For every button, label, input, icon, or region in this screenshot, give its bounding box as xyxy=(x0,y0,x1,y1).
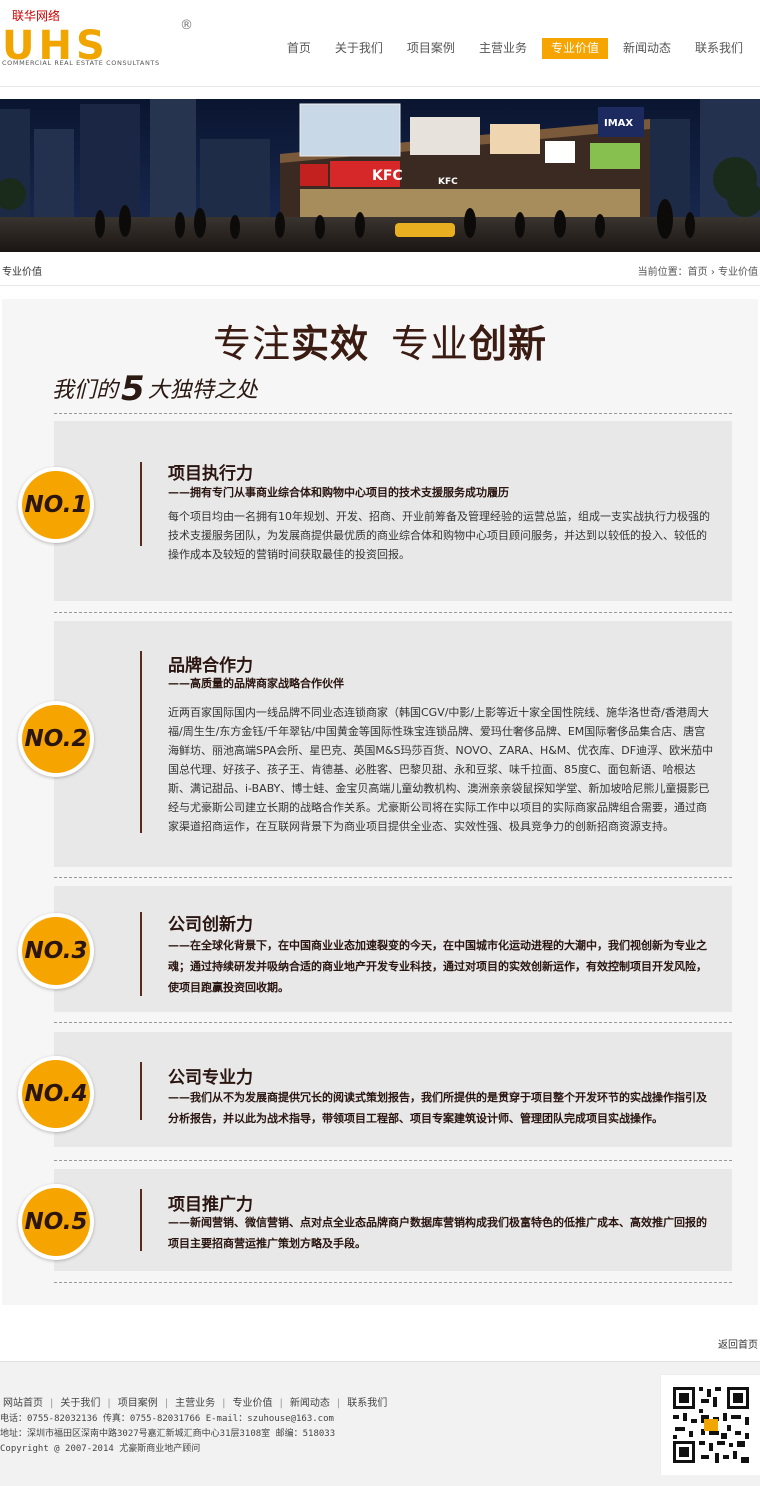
slogan-part: 专注 xyxy=(212,322,291,366)
advantage-card-3: 公司创新力 ——在全球化背景下，在中国商业业态加速裂变的今天，在中国城市化运动进… xyxy=(54,886,732,1012)
advantage-card-2: 品牌合作力 ——高质量的品牌商家战略合作伙伴 近两百家国际国内一线品牌不同业态连… xyxy=(54,621,732,867)
slogan: 专注实效 专业创新 xyxy=(2,313,758,368)
banner-imax-sign: IMAX xyxy=(604,118,633,129)
breadcrumb-home[interactable]: 首页 xyxy=(688,267,708,278)
footer-link-cases[interactable]: 项目案例 xyxy=(118,1398,158,1409)
advantage-body: 每个项目均由一名拥有10年规划、开发、招商、开业前筹备及管理经验的运营总监，组成… xyxy=(168,510,710,561)
number-badge-3: NO.3 xyxy=(18,913,94,989)
slogan-emphasis: 实效 xyxy=(290,322,369,366)
company-logo[interactable]: UHS ® COMMERCIAL REAL ESTATE CONSULTANTS xyxy=(2,18,193,74)
qr-code-image xyxy=(660,1374,760,1475)
advantage-subtitle: ——拥有专门从事商业综合体和购物中心项目的技术支援服务成功履历 xyxy=(168,486,509,499)
advantage-body: ——在全球化背景下，在中国商业业态加速裂变的今天，在中国城市化运动进程的大潮中，… xyxy=(168,939,707,994)
footer-links: 网站首页 | 关于我们 | 项目案例 | 主营业务 | 专业价值 | 新闻动态 | 联系我们 xyxy=(3,1394,387,1409)
footer: 网站首页 | 关于我们 | 项目案例 | 主营业务 | 专业价值 | 新闻动态 | 联系我们 电话：07… xyxy=(0,1362,760,1486)
accent-bar xyxy=(140,1062,142,1120)
footer-link-home[interactable]: 网站首页 xyxy=(3,1398,43,1409)
badge-label: NO.3 xyxy=(22,917,90,985)
slogan-part: 专业 xyxy=(391,322,470,366)
footer-link-news[interactable]: 新闻动态 xyxy=(290,1398,330,1409)
accent-bar xyxy=(140,1189,142,1251)
breadcrumb-bar: 专业价值 当前位置：首页 › 专业价值 xyxy=(0,252,760,286)
chevron-right-icon: › xyxy=(710,267,715,278)
advantage-title: 品牌合作力 xyxy=(168,656,253,676)
hero-banner: KFC KFC IMAX xyxy=(0,99,760,252)
header-divider xyxy=(0,86,760,87)
breadcrumb-prefix: 当前位置： xyxy=(637,267,688,278)
advantage-subtitle: ——高质量的品牌商家战略合作伙伴 xyxy=(168,677,344,690)
footer-link-about[interactable]: 关于我们 xyxy=(60,1398,100,1409)
advantage-title: 公司专业力 xyxy=(168,1068,253,1088)
nav-value[interactable]: 专业价值 xyxy=(541,38,608,59)
dashed-divider xyxy=(54,877,732,878)
advantage-title: 项目执行力 xyxy=(168,464,253,484)
footer-separator: | xyxy=(164,1398,169,1409)
registered-mark: ® xyxy=(180,18,193,33)
advantage-card-4: 公司专业力 ——我们从不为发展商提供冗长的阅读式策划报告，我们所提供的是贯穿于项… xyxy=(54,1032,732,1147)
footer-separator: | xyxy=(279,1398,283,1409)
number-badge-1: NO.1 xyxy=(18,467,94,543)
number-badge-2: NO.2 xyxy=(18,701,94,777)
nav-home[interactable]: 首页 xyxy=(278,38,320,59)
nav-business[interactable]: 主营业务 xyxy=(470,38,536,59)
footer-link-contact[interactable]: 联系我们 xyxy=(347,1398,387,1409)
advantage-body: ——我们从不为发展商提供冗长的阅读式策划报告，我们所提供的是贯穿于项目整个开发环… xyxy=(168,1091,707,1125)
advantage-card-5: 项目推广力 ——新闻营销、微信营销、点对点全业态品牌商户数据库营销构成我们极富特… xyxy=(54,1169,732,1271)
advantage-body: 近两百家国际国内一线品牌不同业态连锁商家（韩国CGV/中影/上影等近十家全国性院… xyxy=(168,706,714,833)
tagline-prefix: 我们的 xyxy=(52,378,119,403)
nav-about[interactable]: 关于我们 xyxy=(326,38,392,59)
footer-separator: | xyxy=(222,1398,226,1409)
breadcrumb: 当前位置：首页 › 专业价值 xyxy=(638,263,758,278)
accent-bar xyxy=(140,912,142,996)
footer-separator: | xyxy=(50,1398,54,1409)
badge-label: NO.4 xyxy=(22,1060,90,1128)
accent-bar xyxy=(140,462,142,546)
main-nav: 首页 关于我们 项目案例 主营业务 专业价值 新闻动态 联系我们 xyxy=(278,38,752,59)
five-advantages-heading: 我们的5 大独特之处 xyxy=(52,369,258,409)
back-to-home-link[interactable]: 返回首页 xyxy=(718,1336,758,1351)
footer-separator: | xyxy=(107,1398,111,1409)
badge-label: NO.2 xyxy=(22,705,90,773)
tagline-number: 5 xyxy=(121,369,145,409)
dashed-divider xyxy=(54,1022,732,1023)
footer-address: 地址：深圳市福田区深南中路3027号嘉汇新城汇商中心31层3108室 邮编：51… xyxy=(0,1429,336,1439)
accent-bar xyxy=(140,651,142,833)
nav-news[interactable]: 新闻动态 xyxy=(614,38,680,59)
badge-label: NO.1 xyxy=(22,471,90,539)
advantage-title: 公司创新力 xyxy=(168,915,253,935)
footer-separator: | xyxy=(336,1398,341,1409)
banner-kfc-sign-2: KFC xyxy=(438,177,458,187)
badge-label: NO.5 xyxy=(22,1188,90,1256)
dashed-divider xyxy=(54,612,732,613)
breadcrumb-current: 专业价值 xyxy=(718,267,758,278)
dashed-divider xyxy=(54,413,732,414)
nav-cases[interactable]: 项目案例 xyxy=(398,38,464,59)
footer-link-business[interactable]: 主营业务 xyxy=(175,1398,215,1409)
mall-night-scene-image: KFC KFC IMAX xyxy=(0,99,760,252)
value-content: 专注实效 专业创新 我们的5 大独特之处 项目执行力 ——拥有专门从事商业综合体和购… xyxy=(2,299,758,1305)
banner-kfc-sign: KFC xyxy=(372,168,403,184)
number-badge-5: NO.5 xyxy=(18,1184,94,1260)
nav-contact[interactable]: 联系我们 xyxy=(686,38,752,59)
qr-code-icon xyxy=(661,1375,760,1475)
dashed-divider xyxy=(54,1282,732,1283)
advantage-card-1: 项目执行力 ——拥有专门从事商业综合体和购物中心项目的技术支援服务成功履历 每个… xyxy=(54,421,732,601)
section-title: 专业价值 xyxy=(2,267,42,278)
dashed-divider xyxy=(54,1160,732,1161)
footer-link-value[interactable]: 专业价值 xyxy=(233,1398,273,1409)
slogan-emphasis: 创新 xyxy=(469,322,548,366)
tagline-suffix: 大独特之处 xyxy=(147,378,258,403)
footer-copyright: Copyright @ 2007-2014 尤豪斯商业地产顾问 xyxy=(0,1444,201,1454)
advantage-body: ——新闻营销、微信营销、点对点全业态品牌商户数据库营销构成我们极富特色的低推广成… xyxy=(168,1216,707,1250)
logo-subtitle: COMMERCIAL REAL ESTATE CONSULTANTS xyxy=(2,59,160,67)
footer-contact: 电话：0755-82032136 传真：0755-82031766 E-mail… xyxy=(0,1414,334,1424)
number-badge-4: NO.4 xyxy=(18,1056,94,1132)
